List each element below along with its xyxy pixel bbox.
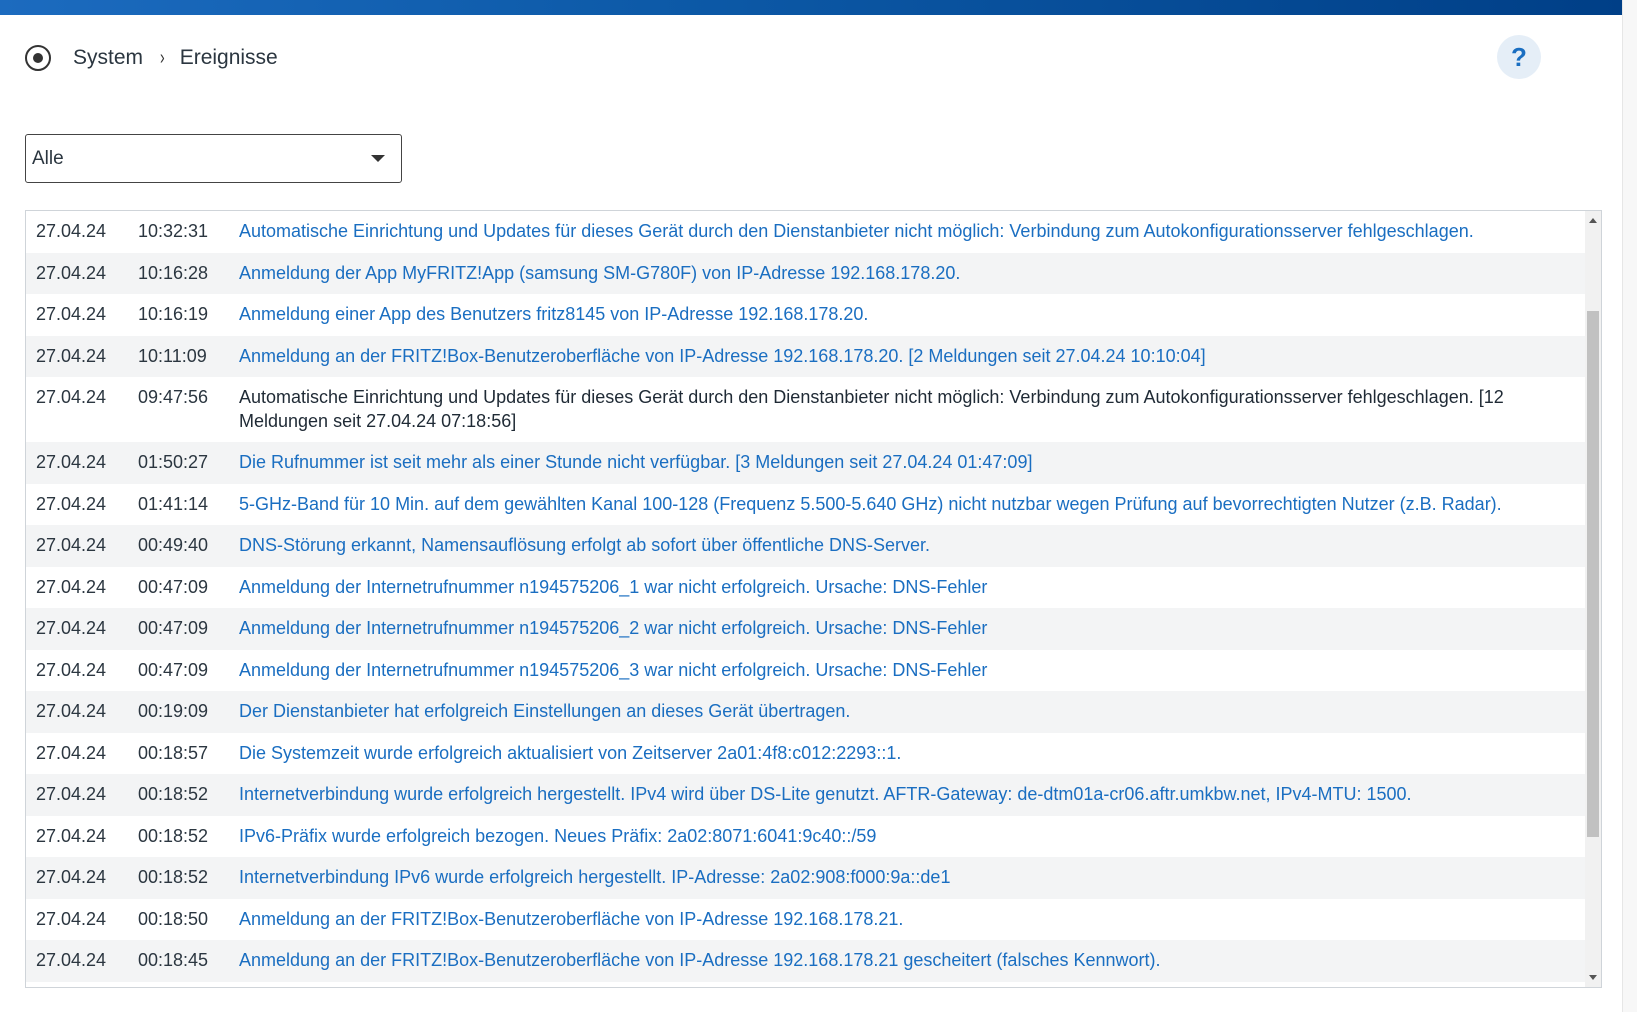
event-row: 27.04.24 01:50:27 Die Rufnummer ist seit m… <box>26 442 1585 484</box>
event-row: 27.04.24 10:11:09 Anmeldung an der FRITZ!B… <box>26 335 1585 377</box>
event-time: 00:49:40 <box>138 535 209 555</box>
event-message[interactable]: Der Dienstanbieter hat erfolgreich Einst… <box>239 699 1585 723</box>
event-message[interactable]: Internetverbindung IPv6 wurde erfolgreic… <box>239 865 1585 889</box>
event-row: 27.04.24 00:47:09 Anmeldung der Internetru… <box>26 650 1585 692</box>
event-message[interactable]: DNS-Störung erkannt, Namensauflösung erf… <box>239 533 1585 557</box>
dropdown-arrow-icon <box>371 155 385 162</box>
event-date: 27.04.24 <box>36 867 107 887</box>
event-time: 00:18:45 <box>138 950 209 970</box>
event-date: 27.04.24 <box>36 950 107 970</box>
event-date: 27.04.24 <box>36 576 107 597</box>
event-time: 00:47:09 <box>138 618 209 638</box>
event-row: 27.04.24 00:19:09 Der Dienstanbieter hat e… <box>26 691 1585 733</box>
event-time: 00:18:50 <box>138 908 209 929</box>
event-time: 00:18:57 <box>138 742 209 763</box>
event-date: 27.04.24 <box>36 221 107 241</box>
event-time: 00:18:52 <box>138 825 209 846</box>
event-time: 10:16:28 <box>138 262 209 283</box>
event-log-scrollbar[interactable] <box>1585 211 1601 987</box>
event-time: 00:47:09 <box>138 659 209 680</box>
event-date: 27.04.24 <box>36 825 107 846</box>
event-message[interactable]: IPv6-Präfix wurde erfolgreich bezogen. N… <box>239 824 1585 848</box>
event-row: 27.04.24 00:18:52 Internetverbindung IPv6 … <box>26 857 1585 899</box>
event-date: 27.04.24 <box>36 742 107 763</box>
event-date: 27.04.24 <box>36 618 107 638</box>
event-date: 27.04.24 <box>36 304 107 324</box>
event-time: 01:41:14 <box>138 493 209 514</box>
event-row: 27.04.24 00:18:50 Anmeldung an der FRITZ!B… <box>26 899 1585 941</box>
event-message[interactable]: Anmeldung der Internetrufnummer n1945752… <box>239 658 1585 682</box>
page-scrollbar[interactable] <box>1622 0 1637 1012</box>
event-time: 00:18:52 <box>138 784 209 804</box>
scroll-thumb[interactable] <box>1587 311 1599 837</box>
event-row: 27.04.24 00:47:09 Anmeldung der Internetru… <box>26 567 1585 609</box>
event-message[interactable]: Automatische Einrichtung und Updates für… <box>239 219 1585 243</box>
breadcrumb-system[interactable]: System <box>73 46 143 70</box>
status-indicator-icon <box>25 45 51 71</box>
event-row: 27.04.24 01:41:14 5-GHz-Band für 10 Min. a… <box>26 484 1585 526</box>
event-time: 00:18:52 <box>138 867 209 887</box>
event-list: 27.04.24 10:32:31 Automatische Einrichtung… <box>26 211 1585 982</box>
event-log: 27.04.24 10:32:31 Automatische Einrichtung… <box>25 210 1602 988</box>
filter-selected-value: Alle <box>32 147 64 169</box>
event-row: 27.04.24 00:49:40 DNS-Störung erkannt, Nam… <box>26 525 1585 567</box>
event-date: 27.04.24 <box>36 659 107 680</box>
event-row: 27.04.24 00:18:45 Anmeldung an der FRITZ!B… <box>26 940 1585 982</box>
event-time: 09:47:56 <box>138 387 209 407</box>
chevron-right-icon: › <box>160 46 165 69</box>
scroll-down-arrow-icon[interactable] <box>1589 975 1597 980</box>
event-time: 10:32:31 <box>138 221 209 241</box>
event-message[interactable]: Internetverbindung wurde erfolgreich her… <box>239 782 1585 806</box>
event-time: 00:47:09 <box>138 576 209 597</box>
event-row: 27.04.24 10:16:19 Anmeldung einer App des … <box>26 294 1585 336</box>
event-time: 10:16:19 <box>138 304 209 324</box>
event-message[interactable]: Anmeldung an der FRITZ!Box-Benutzeroberf… <box>239 907 1585 931</box>
event-message[interactable]: Anmeldung der Internetrufnummer n1945752… <box>239 575 1585 599</box>
event-date: 27.04.24 <box>36 493 107 514</box>
event-message[interactable]: Die Systemzeit wurde erfolgreich aktuali… <box>239 741 1585 765</box>
event-row: 27.04.24 00:18:52 Internetverbindung wurde… <box>26 774 1585 816</box>
breadcrumb-current: Ereignisse <box>179 46 278 69</box>
event-date: 27.04.24 <box>36 784 107 804</box>
event-row: 27.04.24 00:18:52 IPv6-Präfix wurde erfolg… <box>26 816 1585 858</box>
event-date: 27.04.24 <box>36 701 107 721</box>
help-button[interactable]: ? <box>1497 35 1541 79</box>
event-row: 27.04.24 00:47:09 Anmeldung der Internetru… <box>26 608 1585 650</box>
event-date: 27.04.24 <box>36 535 107 555</box>
top-bar <box>0 0 1623 15</box>
scroll-up-arrow-icon[interactable] <box>1589 218 1597 223</box>
question-mark-icon: ? <box>1511 41 1527 72</box>
event-message[interactable]: Die Rufnummer ist seit mehr als einer St… <box>239 450 1585 474</box>
event-row: 27.04.24 00:18:57 Die Systemzeit wurde erf… <box>26 733 1585 775</box>
event-date: 27.04.24 <box>36 387 107 407</box>
event-message[interactable]: Anmeldung einer App des Benutzers fritz8… <box>239 302 1585 326</box>
event-filter-select[interactable]: Alle <box>25 134 402 183</box>
event-date: 27.04.24 <box>36 452 107 472</box>
event-row: 27.04.24 10:32:31 Automatische Einrichtung… <box>26 211 1585 253</box>
event-date: 27.04.24 <box>36 345 107 366</box>
event-date: 27.04.24 <box>36 262 107 283</box>
event-time: 10:11:09 <box>138 345 207 366</box>
event-message[interactable]: Anmeldung an der FRITZ!Box-Benutzeroberf… <box>239 948 1585 972</box>
event-date: 27.04.24 <box>36 908 107 929</box>
event-message[interactable]: Anmeldung an der FRITZ!Box-Benutzeroberf… <box>239 344 1585 368</box>
event-message[interactable]: Automatische Einrichtung und Updates für… <box>239 385 1585 433</box>
event-time: 01:50:27 <box>138 452 209 472</box>
event-message[interactable]: Anmeldung der App MyFRITZ!App (samsung S… <box>239 261 1585 285</box>
event-row: 27.04.24 09:47:56 Automatische Einrichtung… <box>26 377 1585 442</box>
breadcrumb: System › Ereignisse <box>25 38 278 78</box>
event-message[interactable]: 5-GHz-Band für 10 Min. auf dem gewählten… <box>239 492 1585 516</box>
event-time: 00:19:09 <box>138 701 209 721</box>
event-row: 27.04.24 10:16:28 Anmeldung der App MyFRIT… <box>26 252 1585 294</box>
event-message[interactable]: Anmeldung der Internetrufnummer n1945752… <box>239 616 1585 640</box>
